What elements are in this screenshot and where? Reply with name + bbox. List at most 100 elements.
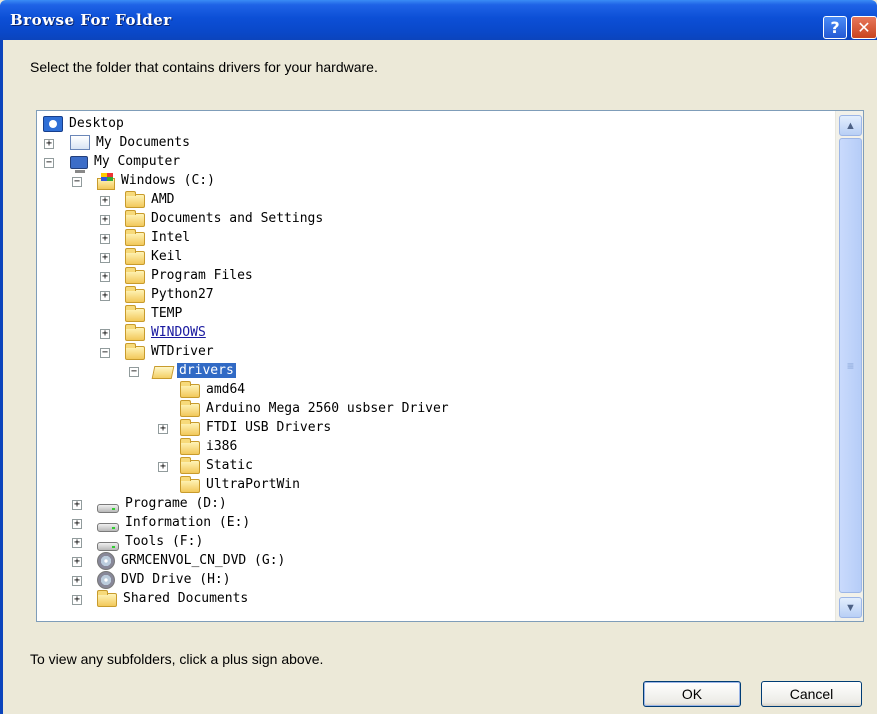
tree-node-label: Static: [206, 458, 253, 473]
tree-node-documents-and-settings[interactable]: Documents and Settings: [125, 209, 323, 228]
collapse-windows-c-button[interactable]: −: [72, 177, 82, 187]
expand-amd-button[interactable]: +: [100, 196, 110, 206]
tree-node-label: TEMP: [151, 306, 183, 321]
tree-node-temp[interactable]: TEMP: [125, 304, 182, 323]
tree-node-shared-documents[interactable]: Shared Documents: [97, 589, 248, 608]
hard-drive-icon: [97, 504, 119, 513]
tree-node-wtdriver[interactable]: WTDriver: [125, 342, 214, 361]
expand-tools-f-button[interactable]: +: [72, 538, 82, 548]
vertical-scrollbar[interactable]: ▲ ≡ ▼: [835, 111, 863, 621]
close-button[interactable]: ✕: [851, 16, 877, 39]
tree-node-information-e[interactable]: Information (E:): [97, 513, 250, 532]
tree-node-label: GRMCENVOL_CN_DVD (G:): [121, 553, 286, 568]
tree-node-my-documents[interactable]: My Documents: [70, 133, 190, 152]
scroll-down-button[interactable]: ▼: [839, 597, 862, 618]
tree-node-label: WTDriver: [151, 344, 214, 359]
tree-node-arduino-driver[interactable]: Arduino Mega 2560 usbser Driver: [180, 399, 449, 418]
expand-program-files-button[interactable]: +: [100, 272, 110, 282]
expand-information-e-button[interactable]: +: [72, 519, 82, 529]
expand-static-button[interactable]: +: [158, 462, 168, 472]
folder-icon: [180, 475, 200, 493]
tree-node-static[interactable]: Static: [180, 456, 253, 475]
folder-icon: [125, 266, 145, 284]
tree-node-amd[interactable]: AMD: [125, 190, 174, 209]
hard-drive-icon: [97, 523, 119, 532]
expand-dvd-drive-h-button[interactable]: +: [72, 576, 82, 586]
folder-open-icon: [151, 366, 175, 379]
tree-node-windows[interactable]: WINDOWS: [125, 323, 206, 342]
tree-node-ultraportwin[interactable]: UltraPortWin: [180, 475, 300, 494]
tree-node-label: i386: [206, 439, 238, 454]
scroll-thumb[interactable]: ≡: [839, 138, 862, 593]
tree-node-label: Desktop: [69, 116, 124, 131]
expand-keil-button[interactable]: +: [100, 253, 110, 263]
title-bar[interactable]: Browse For Folder ? ✕: [0, 0, 877, 40]
folder-tree[interactable]: Desktop + My Documents − My Computer − W…: [36, 110, 864, 622]
dvd-drive-icon: [97, 570, 115, 589]
tree-node-label: Tools (F:): [125, 534, 204, 549]
tree-node-label: FTDI USB Drivers: [206, 420, 332, 435]
tree-node-my-computer[interactable]: My Computer: [70, 152, 181, 173]
tree-node-i386[interactable]: i386: [180, 437, 237, 456]
tree-node-label: AMD: [151, 192, 175, 207]
folder-icon: [125, 323, 145, 341]
folder-icon: [125, 190, 145, 208]
tree-node-label: Windows (C:): [121, 173, 215, 188]
help-icon: ?: [830, 18, 840, 37]
folder-icon: [125, 285, 145, 303]
folder-icon: [125, 247, 145, 265]
collapse-my-computer-button[interactable]: −: [44, 158, 54, 168]
windows-drive-icon: [97, 172, 115, 190]
tree-node-desktop[interactable]: Desktop: [43, 114, 124, 133]
tree-node-grmcenvol-dvd-g[interactable]: GRMCENVOL_CN_DVD (G:): [97, 551, 285, 570]
scroll-up-button[interactable]: ▲: [839, 115, 862, 136]
tree-node-drivers[interactable]: drivers: [151, 361, 236, 380]
tree-node-tools-f[interactable]: Tools (F:): [97, 532, 203, 551]
expand-ftdi-button[interactable]: +: [158, 424, 168, 434]
cancel-button[interactable]: Cancel: [761, 681, 862, 707]
folder-icon: [125, 228, 145, 246]
dvd-drive-icon: [97, 551, 115, 570]
help-button[interactable]: ?: [823, 16, 847, 39]
folder-icon: [180, 418, 200, 436]
tree-node-intel[interactable]: Intel: [125, 228, 190, 247]
folder-icon: [125, 209, 145, 227]
expand-documents-and-settings-button[interactable]: +: [100, 215, 110, 225]
expand-grmcenvol-g-button[interactable]: +: [72, 557, 82, 567]
grip-icon: ≡: [846, 358, 854, 373]
tree-node-programe-d[interactable]: Programe (D:): [97, 494, 227, 513]
collapse-drivers-button[interactable]: −: [129, 367, 139, 377]
expand-programe-d-button[interactable]: +: [72, 500, 82, 510]
tree-node-amd64[interactable]: amd64: [180, 380, 245, 399]
expand-windows-button[interactable]: +: [100, 329, 110, 339]
hint-text: To view any subfolders, click a plus sig…: [30, 651, 324, 667]
folder-icon: [125, 342, 145, 360]
tree-node-label: Keil: [151, 249, 183, 264]
window-title: Browse For Folder: [10, 11, 172, 29]
tree-node-label: Programe (D:): [125, 496, 227, 511]
tree-node-label: amd64: [206, 382, 246, 397]
close-icon: ✕: [857, 18, 871, 37]
tree-node-label: Intel: [151, 230, 191, 245]
tree-node-windows-c[interactable]: Windows (C:): [97, 171, 215, 190]
collapse-wtdriver-button[interactable]: −: [100, 348, 110, 358]
tree-node-keil[interactable]: Keil: [125, 247, 182, 266]
tree-node-label-selected: drivers: [177, 363, 236, 378]
my-computer-icon: [70, 156, 88, 173]
ok-button[interactable]: OK: [643, 681, 741, 707]
tree-node-label: Program Files: [151, 268, 253, 283]
expand-shared-documents-button[interactable]: +: [72, 595, 82, 605]
my-documents-icon: [70, 135, 90, 150]
tree-content: Desktop + My Documents − My Computer − W…: [37, 111, 835, 621]
expand-my-documents-button[interactable]: +: [44, 139, 54, 149]
expand-python27-button[interactable]: +: [100, 291, 110, 301]
tree-node-dvd-drive-h[interactable]: DVD Drive (H:): [97, 570, 231, 589]
expand-intel-button[interactable]: +: [100, 234, 110, 244]
tree-node-program-files[interactable]: Program Files: [125, 266, 253, 285]
tree-node-label: Shared Documents: [123, 591, 249, 606]
tree-node-python27[interactable]: Python27: [125, 285, 214, 304]
tree-node-label: WINDOWS: [151, 325, 206, 340]
tree-node-ftdi-usb-drivers[interactable]: FTDI USB Drivers: [180, 418, 331, 437]
tree-node-label: My Computer: [94, 154, 181, 169]
tree-node-label: UltraPortWin: [206, 477, 300, 492]
